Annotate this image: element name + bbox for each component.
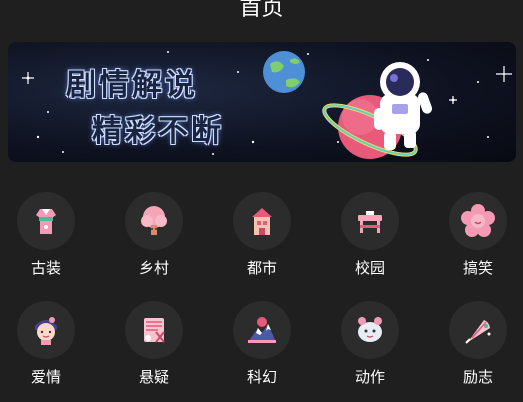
category-label: 科幻 [246,368,277,386]
category-item-guzhuang[interactable]: 古装 [6,192,86,277]
mystery-scroll-icon [144,318,165,343]
banner-headline: 剧情解说 [66,68,198,103]
category-item-kehuan[interactable]: 科幻 [222,301,302,386]
category-row: 古装 乡村 都市 校园 搞笑 [0,192,523,292]
village-tree-icon [141,206,167,235]
inspiration-fan-icon [465,320,491,344]
category-label: 搞笑 [462,259,493,277]
promo-banner[interactable]: 剧情解说 精彩不断 [8,42,516,162]
category-label: 动作 [354,368,385,386]
category-icon-circle [341,301,399,359]
sci-fi-mountain-icon [248,317,276,343]
category-icon-circle [17,301,75,359]
category-item-dushi[interactable]: 都市 [222,192,302,277]
category-icon-circle [125,192,183,250]
category-label: 校园 [354,259,385,277]
home-page: 首页 剧情解说 精彩不断 古装 乡村 都市 校园 搞笑 爱情 悬疑 科幻 动作 … [0,0,523,402]
category-icon-circle [449,301,507,359]
category-label: 爱情 [30,368,61,386]
category-row: 爱情 悬疑 科幻 动作 励志 [0,301,523,401]
category-icon-circle [341,192,399,250]
category-label: 古装 [30,259,61,277]
category-item-dongzuo[interactable]: 动作 [330,301,410,386]
category-icon-circle [233,192,291,250]
category-item-aiqing[interactable]: 爱情 [6,301,86,386]
category-label: 悬疑 [138,368,169,386]
category-item-xuanyi[interactable]: 悬疑 [114,301,194,386]
category-icon-circle [449,192,507,250]
category-label: 乡村 [138,259,169,277]
category-icon-circle [125,301,183,359]
page-title: 首页 [239,0,284,21]
category-item-xiaoyuan[interactable]: 校园 [330,192,410,277]
banner-subheadline: 精彩不断 [92,114,224,149]
category-icon-circle [233,301,291,359]
love-girl-icon [35,317,57,345]
hanfu-dress-icon [36,209,56,234]
category-item-gaoxiao[interactable]: 搞笑 [438,192,518,277]
city-building-icon [252,208,272,235]
category-item-xiangcun[interactable]: 乡村 [114,192,194,277]
action-mascot-icon [358,317,382,342]
category-label: 都市 [246,259,277,277]
category-icon-circle [17,192,75,250]
category-item-lizhi[interactable]: 励志 [438,301,518,386]
category-label: 励志 [462,368,493,386]
school-desk-icon [358,211,382,233]
laughing-flower-icon [461,204,495,237]
